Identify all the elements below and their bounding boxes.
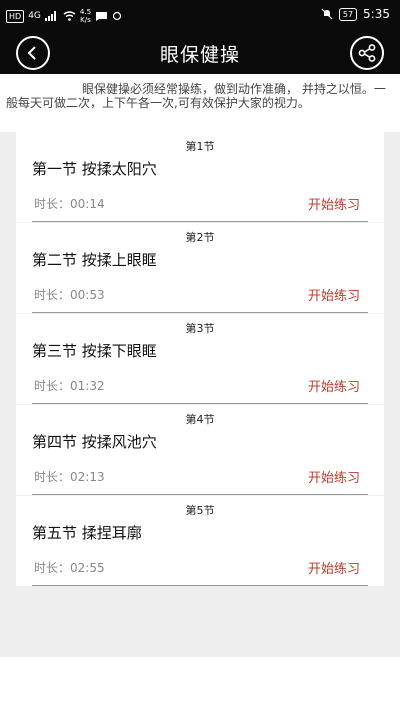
network-type: HD xyxy=(6,9,25,23)
section-card-1: 第1节 第一节 按揉太阳穴 时长：00:14 开始练习 xyxy=(16,132,384,222)
section-title: 第三节 按揉下眼眶 xyxy=(32,342,157,360)
divider xyxy=(32,494,368,495)
clock: 5:35 xyxy=(363,7,390,21)
net-speed-unit: K/s xyxy=(80,16,91,24)
section-duration: 时长：02:13 xyxy=(34,470,105,484)
section-title: 第四节 按揉风池穴 xyxy=(32,433,157,451)
section-header: 第4节 xyxy=(185,413,215,426)
start-practice-button[interactable]: 开始练习 xyxy=(308,376,360,395)
section-title: 第五节 揉捏耳廓 xyxy=(32,524,142,542)
signal-bars-icon xyxy=(44,11,56,21)
page-title: 眼保健操 xyxy=(159,44,240,66)
net-speed-value: 4.5 xyxy=(79,8,92,16)
bottom-area xyxy=(0,657,400,711)
status-bar: HD 4G 4.5 K/s 57 5:35 xyxy=(0,0,400,32)
section-card-4: 第4节 第四节 按揉风池穴 时长：02:13 开始练习 xyxy=(16,405,384,495)
section-card-3: 第3节 第三节 按揉下眼眶 时长：01:32 开始练习 xyxy=(16,314,384,404)
start-practice-button[interactable]: 开始练习 xyxy=(308,285,360,304)
section-title: 第二节 按揉上眼眶 xyxy=(32,251,157,269)
section-header: 第1节 xyxy=(185,140,215,153)
section-title: 第一节 按揉太阳穴 xyxy=(32,160,157,178)
section-duration: 时长：01:32 xyxy=(34,379,105,393)
mute-bell-icon xyxy=(321,8,333,20)
intro-text: 眼保健操必须经常操练，做到动作准确， 并持之以恒。一般每天可做二次，上下午各一次… xyxy=(0,74,400,132)
start-practice-button[interactable]: 开始练习 xyxy=(308,194,360,213)
section-card-2: 第2节 第二节 按揉上眼眶 时长：00:53 开始练习 xyxy=(16,223,384,313)
section-card-5: 第5节 第五节 揉捏耳廓 时长：02:55 开始练习 xyxy=(16,496,384,586)
section-duration: 时长：00:53 xyxy=(34,288,105,302)
signal-label: 4G xyxy=(28,11,41,21)
start-practice-button[interactable]: 开始练习 xyxy=(308,558,360,577)
share-button[interactable] xyxy=(350,36,384,70)
message-icon xyxy=(96,11,108,21)
divider xyxy=(32,312,368,313)
section-header: 第5节 xyxy=(185,504,215,517)
section-duration: 时长：02:55 xyxy=(34,561,105,575)
divider xyxy=(32,585,368,586)
notification-dot-icon xyxy=(112,11,122,21)
battery-indicator: 57 xyxy=(338,7,358,21)
section-header: 第2节 xyxy=(185,231,215,244)
divider xyxy=(32,221,368,222)
top-bar: HD 4G 4.5 K/s 57 5:35 眼保健操 xyxy=(0,0,400,74)
section-header: 第3节 xyxy=(185,322,215,335)
start-practice-button[interactable]: 开始练习 xyxy=(308,467,360,486)
share-icon xyxy=(358,44,376,62)
status-left: HD 4G 4.5 K/s xyxy=(6,8,122,24)
section-duration: 时长：00:14 xyxy=(34,197,105,211)
net-speed: 4.5 K/s xyxy=(80,8,91,24)
divider xyxy=(32,403,368,404)
status-right: 57 5:35 xyxy=(321,7,390,21)
wifi-icon xyxy=(63,11,76,21)
main-content: 眼保健操必须经常操练，做到动作准确， 并持之以恒。一般每天可做二次，上下午各一次… xyxy=(0,74,400,657)
nav-bar: 眼保健操 xyxy=(0,32,400,74)
